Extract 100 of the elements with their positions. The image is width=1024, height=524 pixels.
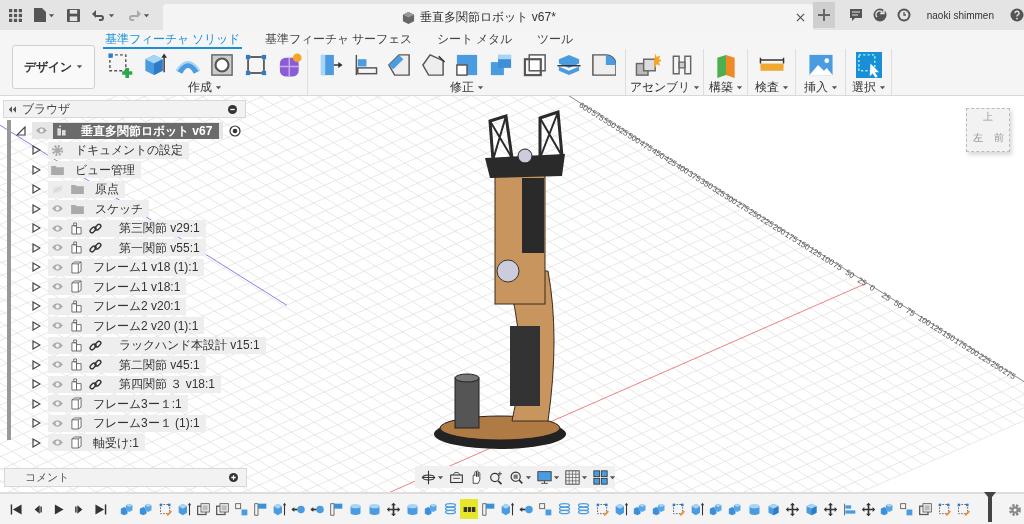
- expand-arrow-icon[interactable]: [31, 262, 41, 273]
- expand-arrow-icon[interactable]: [31, 281, 41, 292]
- expand-arrow-icon[interactable]: [31, 223, 41, 234]
- browser-tree-item[interactable]: フレーム1 v18 (1):1: [48, 258, 205, 276]
- settings-icon[interactable]: [1008, 503, 1022, 517]
- browser-tree-item[interactable]: 第四関節 ３ v18:1: [48, 375, 222, 393]
- browser-tree-item[interactable]: ビュー管理: [48, 161, 141, 179]
- grid-button[interactable]: [565, 469, 588, 485]
- toolbar-tab[interactable]: 基準フィーチャ サーフェス: [263, 32, 415, 49]
- shell-icon: [917, 501, 933, 517]
- user-name[interactable]: naoki shimmen: [926, 7, 994, 23]
- redo-icon: [127, 9, 141, 21]
- tool-group-menu[interactable]: 構築: [708, 80, 743, 94]
- expand-arrow-icon[interactable]: [31, 301, 41, 312]
- expand-arrow-icon[interactable]: [31, 359, 41, 370]
- sync-icon[interactable]: [872, 8, 887, 22]
- expand-arrow-icon[interactable]: [31, 184, 41, 195]
- ruler-label: 25: [855, 275, 869, 288]
- toolbar-tab[interactable]: ツール: [535, 32, 575, 49]
- caret-icon: [108, 11, 115, 19]
- split-icon: [537, 501, 553, 517]
- tree-item-label: フレーム3ー１:1: [92, 395, 182, 413]
- component-icon: [71, 319, 82, 333]
- browser-tree-item[interactable]: 第三関節 v29:1: [48, 219, 206, 237]
- add-icon[interactable]: [229, 473, 238, 482]
- collapse-icon[interactable]: [8, 105, 16, 113]
- browser-tree-item[interactable]: フレーム2 v20 (1):1: [48, 317, 205, 335]
- sketch-icon: [594, 501, 610, 517]
- browser-tree-item[interactable]: スケッチ: [48, 200, 149, 218]
- browser-tree-item[interactable]: 軸受け:1: [48, 434, 145, 452]
- select-tool-button[interactable]: [853, 50, 884, 80]
- file-menu-button[interactable]: [34, 8, 55, 22]
- tool-group-menu[interactable]: 検査: [754, 80, 789, 94]
- tool-group-menu[interactable]: 選択: [851, 80, 886, 94]
- browser-tree-item[interactable]: 第一関節 v55:1: [48, 239, 206, 257]
- redo-button[interactable]: [127, 9, 150, 21]
- browser-tree-item[interactable]: ドキュメントの設定: [48, 141, 189, 159]
- caret-icon: [830, 83, 838, 91]
- sketch-icon: [936, 501, 952, 517]
- help-icon[interactable]: [1010, 8, 1024, 22]
- expand-arrow-icon[interactable]: [31, 320, 41, 331]
- expand-arrow-icon[interactable]: [31, 340, 41, 351]
- press-pull-icon: [613, 501, 629, 517]
- expand-arrow-icon[interactable]: [31, 418, 41, 429]
- tool-group-menu[interactable]: アセンブリ: [629, 80, 700, 94]
- viewports-button[interactable]: [593, 469, 616, 485]
- tree-item-label: 原点: [94, 181, 119, 199]
- close-icon[interactable]: [795, 12, 805, 22]
- browser-tree-item[interactable]: 原点: [48, 180, 125, 198]
- browser-tree-item[interactable]: ラックハンド本設計 v15:1: [48, 336, 266, 354]
- tool-group-menu[interactable]: 修正: [449, 80, 484, 94]
- ruler-label: 0: [867, 283, 877, 294]
- browser-tree-item[interactable]: 第二関節 v45:1: [48, 356, 206, 374]
- align-icon: [841, 501, 857, 517]
- orbit-button[interactable]: [421, 469, 444, 485]
- tool-group-menu[interactable]: 作成: [188, 80, 222, 94]
- skip-to-start-icon[interactable]: [10, 502, 23, 516]
- browser-tree-item[interactable]: フレーム2 v20:1: [48, 297, 187, 315]
- expand-arrow-icon[interactable]: [31, 145, 41, 156]
- tree-item-label: フレーム2 v20 (1):1: [92, 317, 199, 335]
- browser-tree-item[interactable]: フレーム1 v18:1: [48, 278, 187, 296]
- file-icon: [34, 8, 46, 22]
- display-monitor-button[interactable]: [537, 469, 560, 485]
- zoom-button[interactable]: [489, 469, 504, 485]
- expand-arrow-icon[interactable]: [31, 379, 41, 390]
- expand-arrow-icon[interactable]: [31, 242, 41, 253]
- expand-arrow-icon[interactable]: [31, 437, 41, 448]
- clock-icon[interactable]: [896, 8, 911, 22]
- toolbar-tab[interactable]: シート メタル: [435, 32, 515, 49]
- split-icon: [898, 501, 914, 517]
- look-at-button[interactable]: [449, 469, 464, 485]
- app-grid-icon[interactable]: [9, 8, 22, 22]
- tool-group-menu[interactable]: 挿入: [803, 80, 838, 94]
- expand-arrow-icon[interactable]: [31, 203, 41, 214]
- display-monitor-icon: [537, 469, 552, 485]
- minimize-icon[interactable]: [228, 104, 237, 114]
- browser-tree-item[interactable]: フレーム3ー１:1: [48, 395, 188, 413]
- comment-icon[interactable]: [848, 8, 863, 22]
- tree-item-label: 軸受け:1: [92, 434, 139, 452]
- sketch-icon: [670, 501, 686, 517]
- caret-icon: [476, 83, 484, 91]
- workspace-menu-button[interactable]: デザイン: [12, 44, 95, 89]
- expand-arrow-icon[interactable]: [31, 398, 41, 409]
- browser-root-row[interactable]: 垂直多関節ロボット v67: [32, 122, 224, 140]
- sketch-icon: [955, 501, 971, 517]
- timeline-feature[interactable]: [460, 499, 478, 519]
- skip-to-end-icon[interactable]: [94, 502, 107, 516]
- expand-arrow-icon[interactable]: [31, 164, 41, 175]
- timeline-marker-icon[interactable]: [984, 492, 996, 522]
- sketch-tool-button[interactable]: [105, 50, 135, 80]
- zoom-fit-button[interactable]: [509, 469, 532, 485]
- collapse-arrow-icon[interactable]: [16, 125, 26, 136]
- new-tab-button[interactable]: [812, 2, 835, 28]
- save-icon[interactable]: [67, 8, 80, 22]
- cube-icon: [402, 10, 416, 24]
- activate-radio-icon[interactable]: [229, 124, 242, 137]
- undo-button[interactable]: [92, 9, 115, 21]
- browser-tree-item[interactable]: フレーム3ー１ (1):1: [48, 414, 206, 432]
- document-tab[interactable]: 垂直多関節ロボット v67*: [162, 4, 813, 30]
- play-icon[interactable]: [52, 502, 65, 516]
